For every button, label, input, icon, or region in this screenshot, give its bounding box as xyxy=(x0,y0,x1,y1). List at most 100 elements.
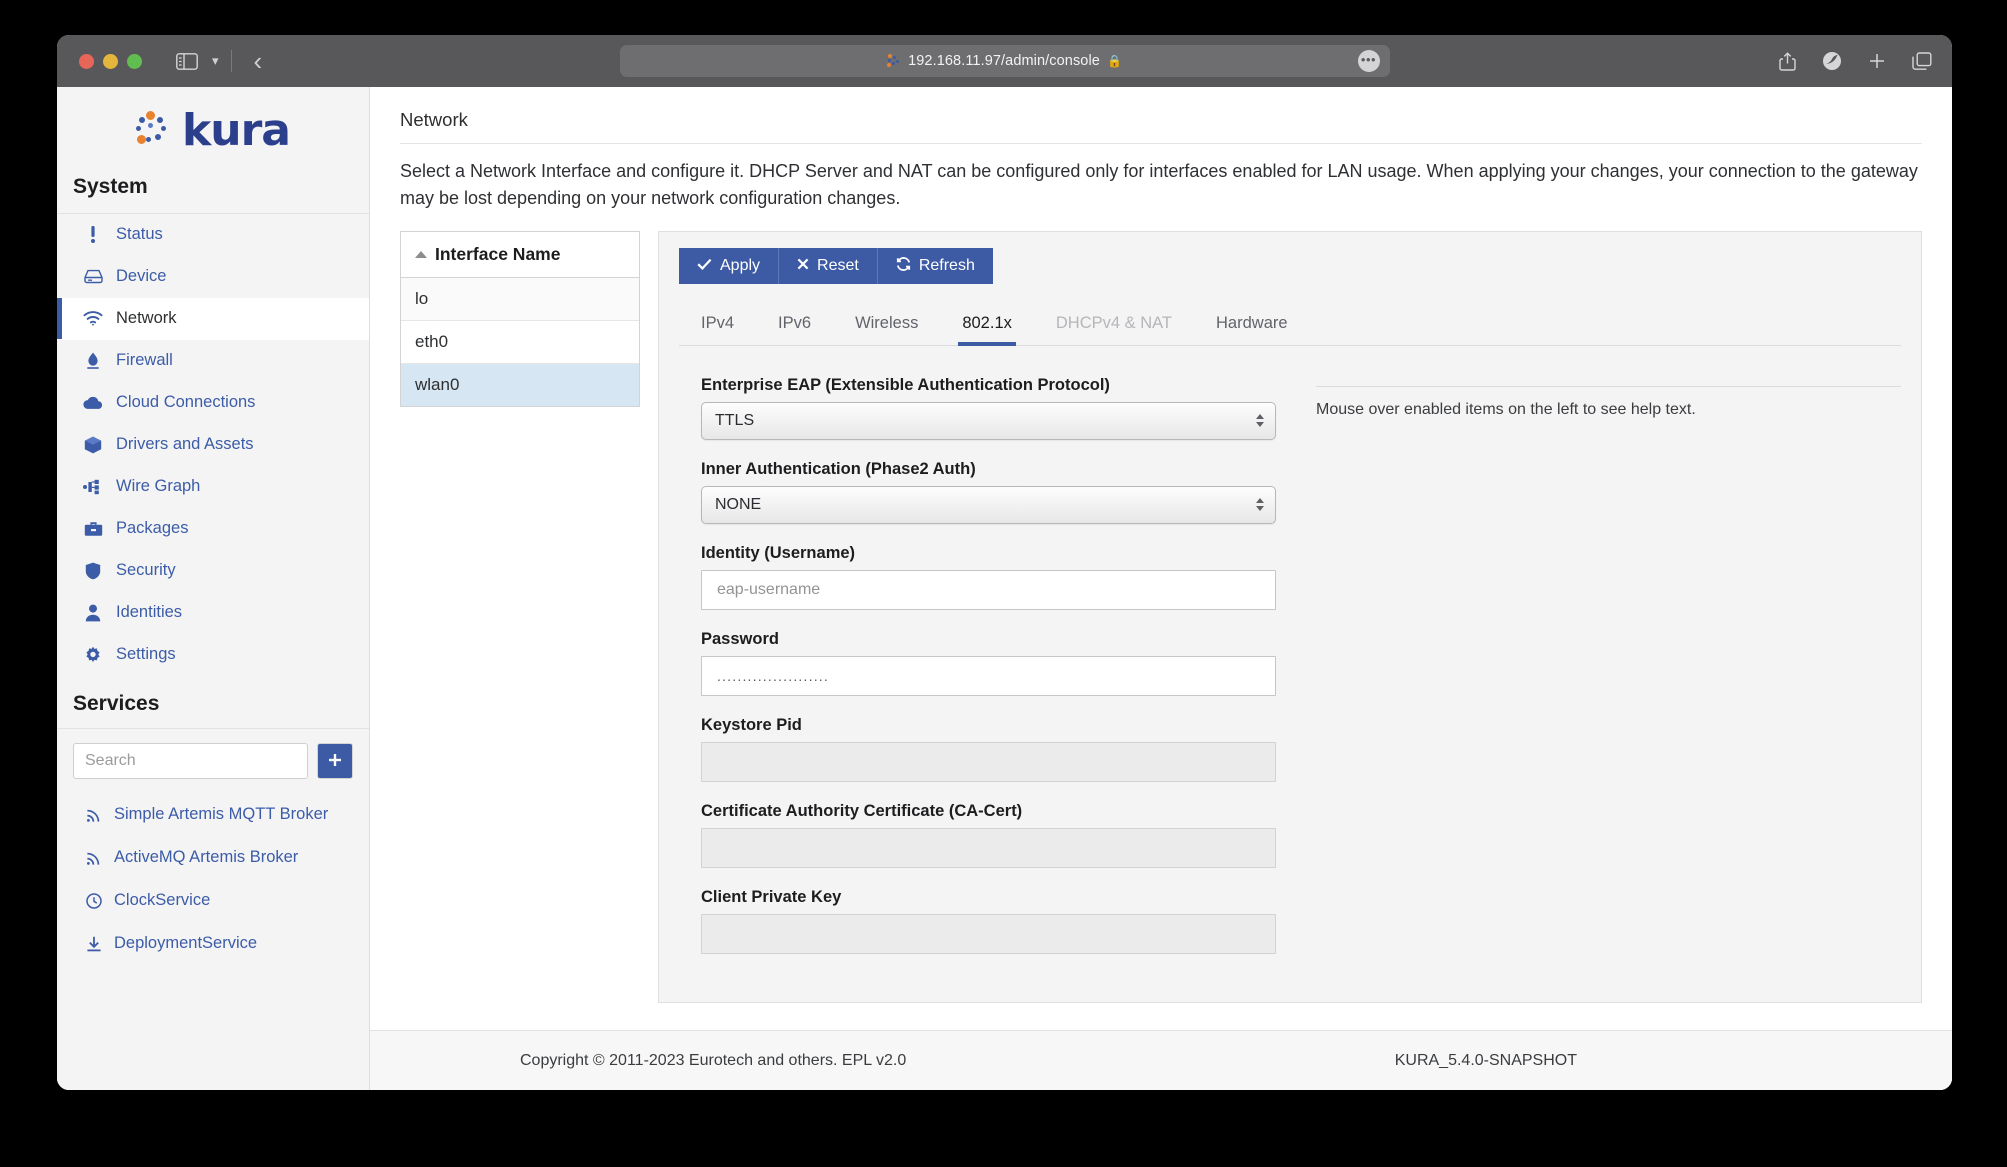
add-service-button[interactable] xyxy=(317,743,353,779)
sidebar-item-label: Network xyxy=(116,309,177,327)
service-item-label: Simple Artemis MQTT Broker xyxy=(114,805,329,823)
interface-name: lo xyxy=(415,288,429,308)
sidebar-item-label: Firewall xyxy=(116,351,173,369)
address-bar[interactable]: 192.168.11.97/admin/console 🔒 ••• xyxy=(619,45,1390,77)
plus-icon[interactable] xyxy=(1868,52,1886,70)
identity-input[interactable] xyxy=(701,569,1276,610)
kura-logo: kura xyxy=(57,87,369,171)
browser-titlebar: ▾ ‹ 192.168.11.97/admin/console 🔒 ••• xyxy=(57,35,1952,87)
tab-ipv4[interactable]: IPv4 xyxy=(679,304,756,345)
maximize-window-button[interactable] xyxy=(127,53,142,69)
service-item-activemq-artemis-broker[interactable]: ActiveMQ Artemis Broker xyxy=(57,836,369,879)
version-text: KURA_5.4.0-SNAPSHOT xyxy=(1394,1051,1577,1069)
keystore-pid-input xyxy=(701,741,1276,782)
eap-select-value: TTLS xyxy=(715,411,755,429)
user-icon xyxy=(83,604,103,622)
tab-overview-icon[interactable] xyxy=(1912,51,1932,71)
interface-table: Interface Name lo eth0 wlan0 xyxy=(400,230,640,407)
sidebar-item-cloud-connections[interactable]: Cloud Connections xyxy=(57,382,369,424)
sidebar-item-drivers-and-assets[interactable]: Drivers and Assets xyxy=(57,424,369,466)
interface-table-header[interactable]: Interface Name xyxy=(401,232,639,278)
eap-select[interactable]: TTLS xyxy=(701,401,1276,440)
kura-wordmark: kura xyxy=(182,105,291,156)
window-controls xyxy=(79,53,142,69)
help-panel: Mouse over enabled items on the left to … xyxy=(1316,376,1901,974)
refresh-icon xyxy=(896,257,911,274)
sidebar-item-label: Cloud Connections xyxy=(116,393,256,411)
action-button-group: Apply Reset Refresh xyxy=(679,247,1901,284)
back-arrow-icon[interactable]: ‹ xyxy=(254,48,263,74)
interface-name: wlan0 xyxy=(415,374,460,394)
field-label: Certificate Authority Certificate (CA-Ce… xyxy=(701,801,1023,820)
802-1x-form: Enterprise EAP (Extensible Authenticatio… xyxy=(679,376,1901,974)
field-identity: Identity (Username) xyxy=(701,544,1276,610)
minimize-window-button[interactable] xyxy=(103,53,118,69)
sidebar-item-label: Security xyxy=(116,561,176,579)
sidebar-item-label: Settings xyxy=(116,645,176,663)
page-description: Select a Network Interface and configure… xyxy=(400,143,1922,231)
tab-ipv6[interactable]: IPv6 xyxy=(756,304,833,345)
extension-shield-icon[interactable] xyxy=(1822,51,1842,71)
table-row[interactable]: lo xyxy=(401,277,639,321)
kura-logo-mark xyxy=(136,111,176,151)
field-label: Keystore Pid xyxy=(701,715,802,734)
sidebar-item-security[interactable]: Security xyxy=(57,550,369,592)
table-row[interactable]: wlan0 xyxy=(401,363,639,406)
sidebar-item-settings[interactable]: Settings xyxy=(57,634,369,676)
kura-favicon xyxy=(887,54,901,68)
page-title: Network xyxy=(400,109,468,130)
tab-hardware[interactable]: Hardware xyxy=(1194,304,1310,345)
reset-button[interactable]: Reset xyxy=(779,247,878,284)
sidebar-item-label: Identities xyxy=(116,603,183,621)
interface-name: eth0 xyxy=(415,331,449,351)
service-item-label: ActiveMQ Artemis Broker xyxy=(114,848,299,866)
toolbar-divider xyxy=(230,50,232,72)
help-divider xyxy=(1316,385,1901,387)
refresh-button[interactable]: Refresh xyxy=(877,247,993,284)
sidebar-item-firewall[interactable]: Firewall xyxy=(57,340,369,382)
search-input[interactable] xyxy=(73,743,308,779)
sidebar-item-network[interactable]: Network xyxy=(57,298,369,340)
exclamation-icon xyxy=(83,226,103,243)
wifi-icon xyxy=(83,311,103,326)
services-search-row xyxy=(57,728,369,793)
flame-icon xyxy=(83,352,103,370)
sidebar-item-label: Device xyxy=(116,267,167,285)
password-input[interactable]: ...................... xyxy=(701,655,1276,696)
chevron-down-icon[interactable]: ▾ xyxy=(212,53,219,69)
shield-icon xyxy=(83,562,103,580)
main-content: Network Select a Network Interface and c… xyxy=(370,87,1952,1090)
inner-auth-select[interactable]: NONE xyxy=(701,485,1276,524)
broadcast-icon xyxy=(85,850,103,866)
clock-icon xyxy=(85,892,103,909)
refresh-button-label: Refresh xyxy=(918,256,975,274)
briefcase-icon xyxy=(83,521,103,537)
browser-toolbar-right xyxy=(1779,51,1932,71)
sidebar-item-device[interactable]: Device xyxy=(57,256,369,298)
ellipsis-icon[interactable]: ••• xyxy=(1357,50,1380,72)
service-item-clockservice[interactable]: ClockService xyxy=(57,879,369,922)
wire-graph-icon xyxy=(83,479,103,495)
sidebar-item-status[interactable]: Status xyxy=(57,214,369,256)
inner-auth-select-value: NONE xyxy=(715,495,762,513)
form-fields-column: Enterprise EAP (Extensible Authenticatio… xyxy=(701,376,1276,974)
apply-button[interactable]: Apply xyxy=(679,247,780,284)
tab-wireless[interactable]: Wireless xyxy=(833,304,940,345)
gear-icon xyxy=(83,646,103,664)
field-ca-cert: Certificate Authority Certificate (CA-Ce… xyxy=(701,802,1276,868)
service-item-deploymentservice[interactable]: DeploymentService xyxy=(57,922,369,965)
sidebar-item-wire-graph[interactable]: Wire Graph xyxy=(57,466,369,508)
sidebar-toggle-icon[interactable] xyxy=(176,52,198,70)
service-item-simple-artemis-mqtt-broker[interactable]: Simple Artemis MQTT Broker xyxy=(57,793,369,836)
column-header-interface-name: Interface Name xyxy=(435,243,561,264)
sidebar-item-packages[interactable]: Packages xyxy=(57,508,369,550)
close-window-button[interactable] xyxy=(79,53,94,69)
field-label: Identity (Username) xyxy=(701,543,856,562)
share-icon[interactable] xyxy=(1779,51,1796,71)
field-label: Enterprise EAP (Extensible Authenticatio… xyxy=(701,375,1110,394)
sidebar-item-identities[interactable]: Identities xyxy=(57,592,369,634)
field-label: Client Private Key xyxy=(701,887,842,906)
field-keystore-pid: Keystore Pid xyxy=(701,716,1276,782)
tab-802-1x[interactable]: 802.1x xyxy=(940,304,1034,346)
table-row[interactable]: eth0 xyxy=(401,321,639,364)
